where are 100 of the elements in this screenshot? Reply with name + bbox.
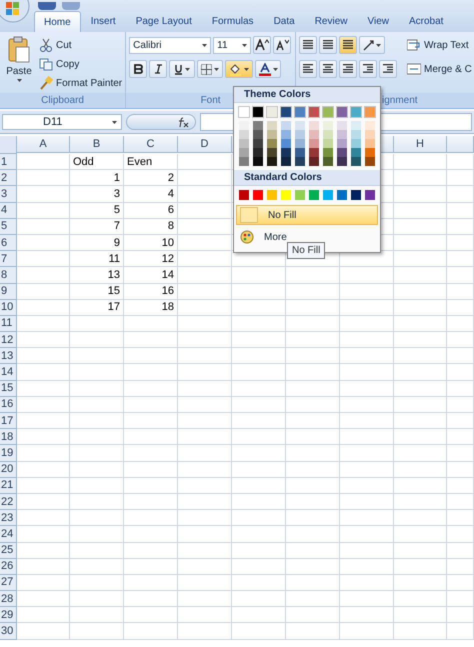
table-cell[interactable]: [124, 542, 178, 559]
table-cell[interactable]: [394, 574, 447, 592]
table-cell[interactable]: [447, 234, 474, 252]
table-cell[interactable]: [70, 316, 124, 332]
table-cell[interactable]: [394, 526, 447, 542]
table-cell[interactable]: [340, 300, 394, 316]
table-cell[interactable]: 6: [124, 202, 178, 219]
table-cell[interactable]: [178, 218, 232, 235]
table-cell[interactable]: 15: [70, 284, 124, 300]
row-header[interactable]: 11: [0, 316, 17, 332]
color-swatch[interactable]: [309, 130, 319, 139]
table-cell[interactable]: [340, 607, 394, 624]
table-cell[interactable]: [17, 462, 70, 478]
table-cell[interactable]: [178, 154, 232, 170]
table-cell[interactable]: [17, 574, 70, 592]
select-all-button[interactable]: [0, 136, 17, 154]
row-header[interactable]: 25: [0, 542, 17, 559]
color-swatch[interactable]: [281, 107, 291, 117]
table-cell[interactable]: [124, 607, 178, 624]
color-swatch[interactable]: [281, 121, 291, 130]
color-swatch[interactable]: [337, 130, 347, 139]
color-swatch[interactable]: [239, 130, 249, 139]
table-cell[interactable]: [394, 348, 447, 364]
table-cell[interactable]: [70, 445, 124, 462]
table-cell[interactable]: [17, 202, 70, 219]
color-swatch[interactable]: [365, 190, 375, 200]
copy-button[interactable]: Copy: [39, 55, 122, 73]
table-cell[interactable]: [286, 462, 340, 478]
table-cell[interactable]: [70, 526, 124, 542]
table-cell[interactable]: 9: [70, 234, 124, 252]
color-swatch[interactable]: [309, 190, 319, 200]
color-swatch[interactable]: [337, 107, 347, 117]
table-cell[interactable]: [178, 413, 232, 430]
table-cell[interactable]: [394, 202, 447, 219]
table-cell[interactable]: [17, 332, 70, 348]
table-cell[interactable]: [232, 267, 286, 284]
color-swatch[interactable]: [281, 157, 291, 166]
table-cell[interactable]: [340, 445, 394, 462]
table-cell[interactable]: [394, 558, 447, 575]
table-cell[interactable]: [17, 607, 70, 624]
shrink-font-button[interactable]: [273, 36, 292, 54]
table-cell[interactable]: [340, 478, 394, 494]
grow-font-button[interactable]: [253, 36, 272, 54]
table-cell[interactable]: [17, 170, 70, 186]
table-cell[interactable]: [394, 462, 447, 478]
color-swatch[interactable]: [295, 107, 305, 117]
table-cell[interactable]: [17, 364, 70, 381]
table-cell[interactable]: [447, 284, 474, 300]
table-cell[interactable]: [232, 316, 286, 332]
table-cell[interactable]: [232, 462, 286, 478]
color-swatch[interactable]: [365, 157, 375, 166]
table-cell[interactable]: [124, 413, 178, 430]
ribbon-tab[interactable]: View: [357, 10, 399, 32]
table-cell[interactable]: [394, 494, 447, 510]
color-swatch[interactable]: [253, 121, 263, 130]
table-cell[interactable]: [286, 542, 340, 559]
table-cell[interactable]: [447, 380, 474, 397]
table-cell[interactable]: [70, 510, 124, 526]
table-cell[interactable]: [17, 380, 70, 397]
row-header[interactable]: 30: [0, 623, 17, 640]
table-cell[interactable]: [340, 623, 394, 640]
color-swatch[interactable]: [295, 139, 305, 148]
table-cell[interactable]: [286, 364, 340, 381]
table-cell[interactable]: [17, 494, 70, 510]
color-swatch[interactable]: [351, 121, 361, 130]
color-swatch[interactable]: [351, 190, 361, 200]
italic-button[interactable]: [149, 60, 168, 78]
table-cell[interactable]: [286, 380, 340, 397]
table-cell[interactable]: [447, 462, 474, 478]
table-cell[interactable]: [232, 429, 286, 446]
ribbon-tab[interactable]: Data: [264, 10, 305, 32]
table-cell[interactable]: [70, 413, 124, 430]
table-cell[interactable]: [178, 542, 232, 559]
color-swatch[interactable]: [267, 130, 277, 139]
table-cell[interactable]: [124, 429, 178, 446]
table-cell[interactable]: [340, 332, 394, 348]
table-cell[interactable]: [447, 494, 474, 510]
row-header[interactable]: 6: [0, 234, 17, 252]
table-cell[interactable]: [124, 510, 178, 526]
row-header[interactable]: 8: [0, 267, 17, 284]
table-cell[interactable]: [286, 284, 340, 300]
table-cell[interactable]: [17, 218, 70, 235]
color-swatch[interactable]: [267, 148, 277, 157]
bold-button[interactable]: [129, 60, 148, 78]
color-swatch[interactable]: [253, 148, 263, 157]
table-cell[interactable]: [124, 332, 178, 348]
table-cell[interactable]: [286, 478, 340, 494]
table-cell[interactable]: [70, 364, 124, 381]
table-cell[interactable]: [70, 542, 124, 559]
table-cell[interactable]: [17, 558, 70, 575]
table-cell[interactable]: [232, 445, 286, 462]
table-cell[interactable]: [17, 526, 70, 542]
ribbon-tab[interactable]: Formulas: [202, 10, 264, 32]
table-cell[interactable]: [124, 316, 178, 332]
color-swatch[interactable]: [337, 139, 347, 148]
table-cell[interactable]: [70, 558, 124, 575]
table-cell[interactable]: 16: [124, 284, 178, 300]
table-cell[interactable]: [232, 413, 286, 430]
table-cell[interactable]: [447, 591, 474, 608]
color-swatch[interactable]: [267, 190, 277, 200]
